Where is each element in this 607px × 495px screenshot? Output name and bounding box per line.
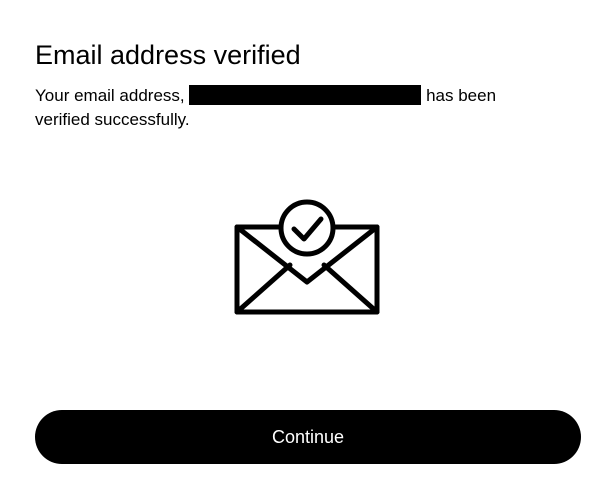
redacted-email xyxy=(189,85,422,105)
check-circle xyxy=(278,199,336,257)
message-prefix: Your email address, xyxy=(35,86,185,105)
envelope-fold-right xyxy=(321,262,380,315)
verification-dialog: Email address verified Your email addres… xyxy=(0,0,607,495)
page-title: Email address verified xyxy=(35,40,301,70)
continue-button[interactable]: Continue xyxy=(35,410,581,464)
envelope-fold-left xyxy=(234,262,293,315)
verification-message: Your email address, has been verified su… xyxy=(35,84,535,132)
envelope-checkmark-icon xyxy=(234,199,380,315)
